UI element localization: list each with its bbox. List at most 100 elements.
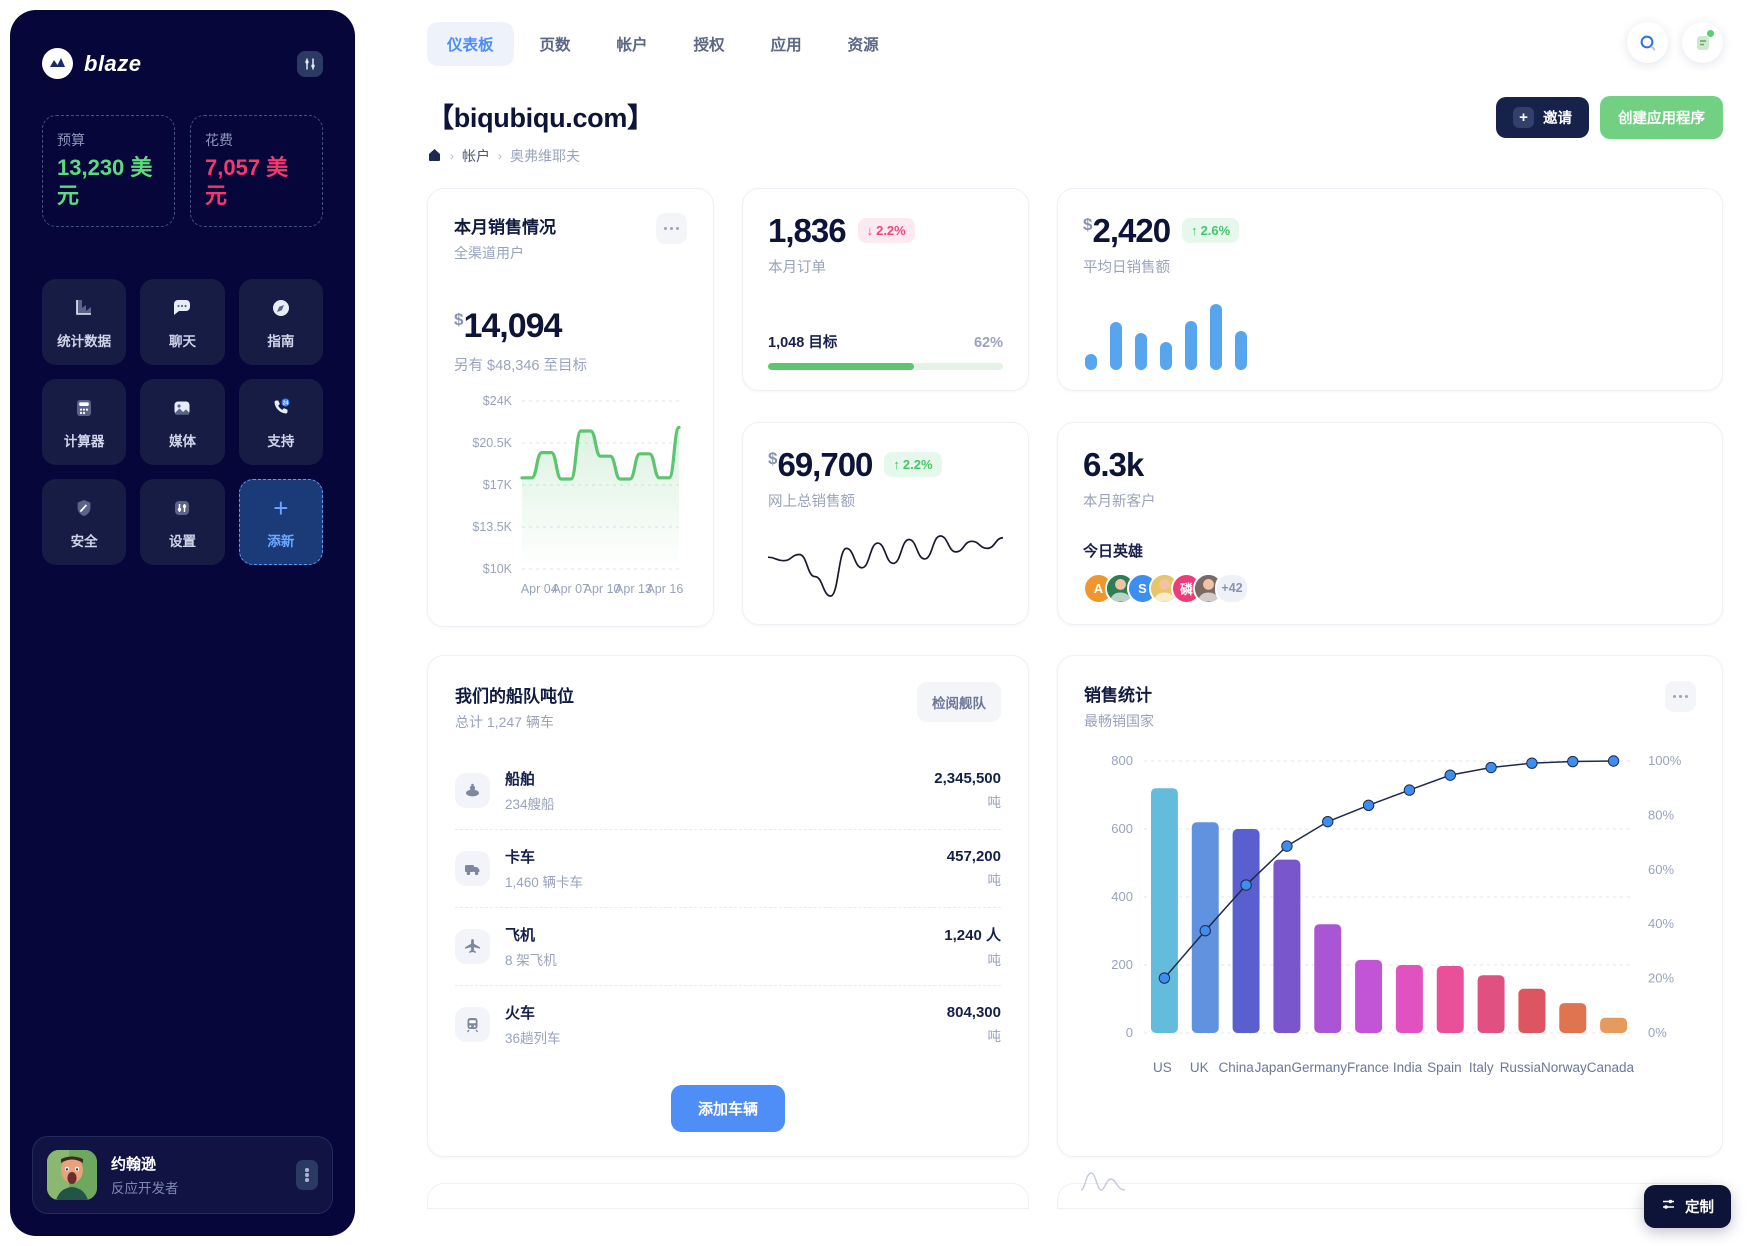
budget-value: 13,230 美元 — [57, 155, 153, 209]
heroes-avatar-group[interactable]: A S 磷 +42 — [1083, 572, 1697, 604]
axis-tick-label: Canada — [1586, 1060, 1635, 1075]
ellipsis-icon[interactable] — [656, 213, 687, 244]
table-row[interactable]: 飞机 8 架飞机 1,240 人吨 — [455, 908, 1001, 986]
orders-progress-track — [768, 363, 1003, 370]
sidebar-tile-settings[interactable]: 设置 — [140, 479, 225, 566]
add-vehicle-button[interactable]: 添加车辆 — [670, 1085, 785, 1132]
home-icon[interactable] — [427, 147, 442, 165]
sidebar-tile-guide[interactable]: 指南 — [238, 279, 323, 366]
fleet-row-unit: 吨 — [987, 873, 1002, 888]
online-sales-card: $69,700 ↑ 2.2% 网上总销售额 — [742, 421, 1029, 625]
svg-text:$24K: $24K — [483, 394, 513, 408]
tab-accounts[interactable]: 帐户 — [597, 22, 668, 66]
sidebar-tile-chat[interactable]: 聊天 — [140, 279, 225, 366]
orders-value-row: 1,836 ↓ 2.2% — [768, 214, 1003, 247]
fleet-title: 我们的船队吨位 — [455, 687, 574, 706]
create-app-button[interactable]: 创建应用程序 — [1600, 96, 1723, 139]
main-content: 仪表板 页数 帐户 授权 应用 资源 【biqubiqu.com】 › 帐户 ›… — [365, 0, 1753, 1246]
online-sales-delta-value: 2.2% — [902, 456, 933, 472]
note-icon[interactable] — [1682, 22, 1723, 63]
table-row[interactable]: 火车 36趟列车 804,300 吨 — [455, 986, 1001, 1063]
fleet-row-amount: 804,300 — [946, 1004, 1001, 1021]
tab-resources[interactable]: 资源 — [828, 22, 899, 66]
avg-sale-minibars — [1083, 304, 1697, 370]
arrow-down-icon: ↓ — [866, 223, 874, 238]
svg-text:$10K: $10K — [483, 562, 513, 576]
sidebar-tile-label: 安全 — [70, 533, 98, 549]
bar — [1477, 975, 1505, 1033]
online-sales-value: $69,700 — [768, 448, 873, 481]
axis-tick-label: Spain — [1427, 1060, 1462, 1075]
avg-sale-bar — [1185, 321, 1197, 370]
customize-button[interactable]: 定制 — [1644, 1185, 1731, 1228]
profile-meta: 约翰逊 反应开发者 — [111, 1153, 282, 1197]
axis-tick-label: Japan — [1254, 1060, 1292, 1075]
fleet-row-name: 火车 — [505, 1005, 536, 1022]
heroes-more-count[interactable]: +42 — [1215, 572, 1249, 604]
shield-icon — [71, 495, 97, 521]
sidebar-tile-label: 添新 — [267, 533, 295, 549]
avg-sale-label: 平均日销售额 — [1083, 260, 1170, 276]
tab-apps[interactable]: 应用 — [751, 22, 822, 66]
add-vehicle-row: 添加车辆 — [455, 1085, 1001, 1132]
sidebar-tile-calculator[interactable]: 计算器 — [42, 379, 127, 466]
inspect-fleet-button[interactable]: 检阅舰队 — [917, 682, 1001, 722]
sidebar-tile-support[interactable]: 24 支持 — [238, 379, 323, 466]
bar — [1273, 859, 1301, 1033]
online-sales-delta-badge: ↑ 2.2% — [884, 451, 942, 477]
axis-tick-label: India — [1392, 1060, 1423, 1075]
invite-button-label: 邀请 — [1543, 111, 1572, 127]
fleet-list: 船舶 234艘船 2,345,500 吨卡车 1,460 辆卡车 457,200 吨飞机 8 … — [455, 752, 1001, 1063]
kebab-menu-icon[interactable] — [296, 1160, 318, 1190]
avg-sale-value: $2,420 — [1083, 214, 1171, 247]
svg-text:24: 24 — [283, 400, 289, 406]
sales-stats-subtitle: 最畅销国家 — [1084, 713, 1154, 729]
sliders-icon[interactable] — [297, 50, 323, 77]
invite-button[interactable]: + 邀请 — [1496, 97, 1589, 138]
tab-authorize[interactable]: 授权 — [674, 22, 745, 66]
table-row[interactable]: 卡车 1,460 辆卡车 457,200 吨 — [455, 830, 1001, 908]
fleet-row-unit: 吨 — [987, 795, 1002, 810]
svg-text:$20.5K: $20.5K — [472, 436, 512, 450]
tab-dashboard[interactable]: 仪表板 — [427, 22, 514, 66]
online-sales-value-row: $69,700 ↑ 2.2% — [768, 448, 1003, 481]
svg-text:$13.5K: $13.5K — [472, 520, 512, 534]
sales-month-value: 14,094 — [463, 307, 562, 345]
fleet-row-unit: 吨 — [987, 953, 1002, 968]
budget-box: 预算 13,230 美元 — [42, 115, 175, 228]
bar — [1395, 965, 1423, 1033]
user-profile-card[interactable]: 约翰逊 反应开发者 — [32, 1136, 333, 1214]
orders-progress-fill — [768, 363, 914, 370]
fleet-row-meta: 卡车 1,460 辆卡车 — [505, 846, 932, 891]
svg-text:80%: 80% — [1648, 807, 1674, 822]
ellipsis-icon[interactable] — [1665, 681, 1696, 712]
peek-card-right — [1057, 1183, 1723, 1209]
fleet-row-meta: 飞机 8 架飞机 — [505, 924, 929, 969]
sidebar-tile-stats[interactable]: 统计数据 — [42, 279, 127, 366]
breadcrumb-item-current: 奥弗维耶夫 — [510, 148, 580, 164]
bar — [1355, 959, 1383, 1033]
table-row[interactable]: 船舶 234艘船 2,345,500 吨 — [455, 752, 1001, 830]
dashboard-grid: 1,836 ↓ 2.2% 本月订单 1,048 目标 62% $2,420 ↑ … — [427, 188, 1723, 1191]
fleet-row-unit: 吨 — [987, 1029, 1002, 1044]
svg-text:0: 0 — [1126, 1025, 1133, 1040]
breadcrumb-item-accounts[interactable]: 帐户 — [462, 146, 490, 166]
sidebar-tile-security[interactable]: 安全 — [42, 479, 127, 566]
arrow-up-icon: ↑ — [1191, 223, 1198, 238]
svg-text:100%: 100% — [1648, 753, 1682, 768]
brand[interactable]: blaze — [42, 48, 142, 79]
search-icon[interactable] — [1627, 22, 1668, 63]
sidebar-tile-add[interactable]: + 添新 — [238, 479, 323, 566]
tab-pages[interactable]: 页数 — [520, 22, 591, 66]
bar — [1314, 924, 1342, 1033]
mini-spark-icon — [1080, 1169, 1126, 1196]
sidebar-tile-media[interactable]: 媒体 — [140, 379, 225, 466]
bar — [1232, 829, 1260, 1033]
top-bar: 仪表板 页数 帐户 授权 应用 资源 — [427, 22, 1723, 66]
axis-tick-label: France — [1347, 1060, 1390, 1075]
sidebar: blaze 预算 13,230 美元 花费 7,057 美元 统计数据 聊天 指… — [10, 10, 355, 1236]
plane-icon — [455, 929, 490, 964]
bar-chart-icon — [71, 295, 97, 321]
currency-symbol: $ — [454, 309, 464, 329]
sales-month-area-chart: $24K $20.5K $17K $13.5K $10K Apr 04 Apr 07 Apr … — [454, 393, 687, 608]
